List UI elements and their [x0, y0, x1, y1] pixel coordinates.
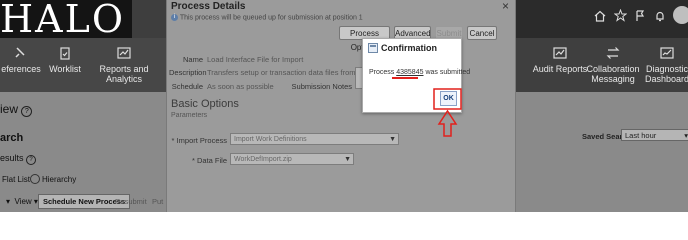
- left-main-panel: iew ? arch esults ? Flat List Hierarchy …: [0, 92, 166, 212]
- dialog-title: Process Details: [171, 1, 246, 12]
- audit-icon: [553, 47, 567, 59]
- description-value: Transfers setup or transaction data file…: [207, 68, 356, 77]
- schedule-label: Schedule: [171, 82, 203, 91]
- chevron-down-icon: ▾: [684, 131, 688, 140]
- close-icon[interactable]: ×: [502, 0, 509, 13]
- put-button[interactable]: Put: [152, 197, 163, 206]
- results-title: esults ?: [0, 153, 37, 165]
- flag-icon[interactable]: [635, 10, 645, 22]
- parameters-label: Parameters: [171, 112, 208, 119]
- view-menu[interactable]: ▾ View ▾: [6, 197, 38, 206]
- submission-notes-label: Submission Notes: [291, 82, 352, 91]
- chart-icon: [117, 47, 131, 59]
- hierarchy-option[interactable]: Hierarchy: [42, 175, 76, 184]
- view-title: iew ?: [0, 102, 33, 117]
- annotation-highlight-box: [433, 88, 462, 110]
- right-header: [516, 0, 688, 38]
- arrows-icon: [606, 47, 620, 59]
- hierarchy-radio[interactable]: [30, 174, 40, 184]
- nav-label: Audit Reports: [532, 64, 588, 74]
- help-icon: ?: [26, 155, 37, 165]
- import-process-label: * Import Process: [171, 136, 227, 145]
- clipboard-icon: [60, 47, 70, 60]
- nav-item-reports[interactable]: Reports and Analytics: [96, 38, 152, 92]
- preferences-icon: [15, 47, 25, 58]
- description-label: Description: [169, 68, 207, 77]
- nav-label: Worklist: [49, 64, 81, 74]
- nav-item-collaboration[interactable]: Collaboration Messaging: [584, 38, 642, 92]
- nav-label: Diagnostic Dashboard: [644, 64, 688, 84]
- schedule-value: As soon as possible: [207, 82, 274, 91]
- cancel-button[interactable]: Cancel: [467, 26, 497, 40]
- help-icon: ?: [21, 106, 33, 117]
- home-icon[interactable]: [594, 10, 606, 22]
- nav-label: Collaboration Messaging: [586, 64, 640, 84]
- nav-item-diagnostic[interactable]: Diagnostic Dashboard: [642, 38, 688, 92]
- flat-list-option[interactable]: Flat List: [2, 175, 30, 184]
- nav-label: Reports and Analytics: [99, 64, 149, 84]
- annotation-arrow-icon: [437, 109, 458, 137]
- confirmation-icon: [368, 43, 378, 53]
- notifications-bell-icon[interactable]: [654, 10, 666, 22]
- confirmation-title: Confirmation: [381, 43, 437, 53]
- nav-label: eferences: [1, 64, 41, 74]
- dashboard-icon: [660, 47, 674, 59]
- info-icon: i: [171, 14, 178, 21]
- nav-item-worklist[interactable]: Worklist: [42, 38, 88, 92]
- right-main-panel: Saved Search Last hour ▾: [516, 92, 688, 212]
- right-nav-bar: Audit Reports Collaboration Messaging Di…: [516, 38, 688, 92]
- name-value: Load Interface File for Import: [207, 55, 304, 64]
- halo-logo: HALO: [0, 0, 132, 38]
- basic-options-title: Basic Options: [171, 98, 239, 110]
- avatar[interactable]: [673, 6, 688, 24]
- search-title: arch: [0, 132, 24, 144]
- queue-info: i This process will be queued up for sub…: [171, 14, 363, 21]
- left-nav-bar: eferences Worklist Reports and Analytics: [0, 38, 166, 92]
- import-process-select[interactable]: Import Work Definitions ▼: [230, 133, 399, 145]
- annotation-overlay: [392, 77, 462, 137]
- chevron-down-icon: ▼: [344, 156, 351, 163]
- data-file-select[interactable]: WorkDefImport.zip ▼: [230, 153, 354, 165]
- saved-search-select[interactable]: Last hour ▾: [621, 129, 688, 141]
- data-file-label: * Data File: [191, 156, 227, 165]
- name-label: Name: [182, 55, 203, 64]
- nav-item-audit-reports[interactable]: Audit Reports: [530, 38, 590, 92]
- favorites-star-icon[interactable]: [614, 9, 627, 22]
- resubmit-button[interactable]: Resubmit: [115, 197, 147, 206]
